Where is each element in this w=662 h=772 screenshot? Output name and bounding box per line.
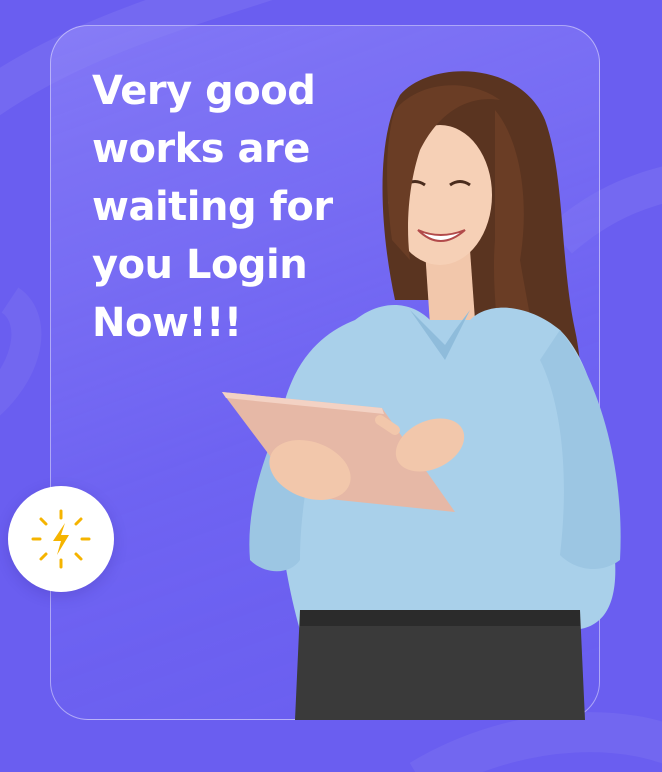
woman-with-tablet-illustration (222, 71, 621, 720)
skirt (295, 610, 585, 720)
lightning-sparkle-icon (31, 509, 91, 569)
lightning-badge (8, 486, 114, 592)
